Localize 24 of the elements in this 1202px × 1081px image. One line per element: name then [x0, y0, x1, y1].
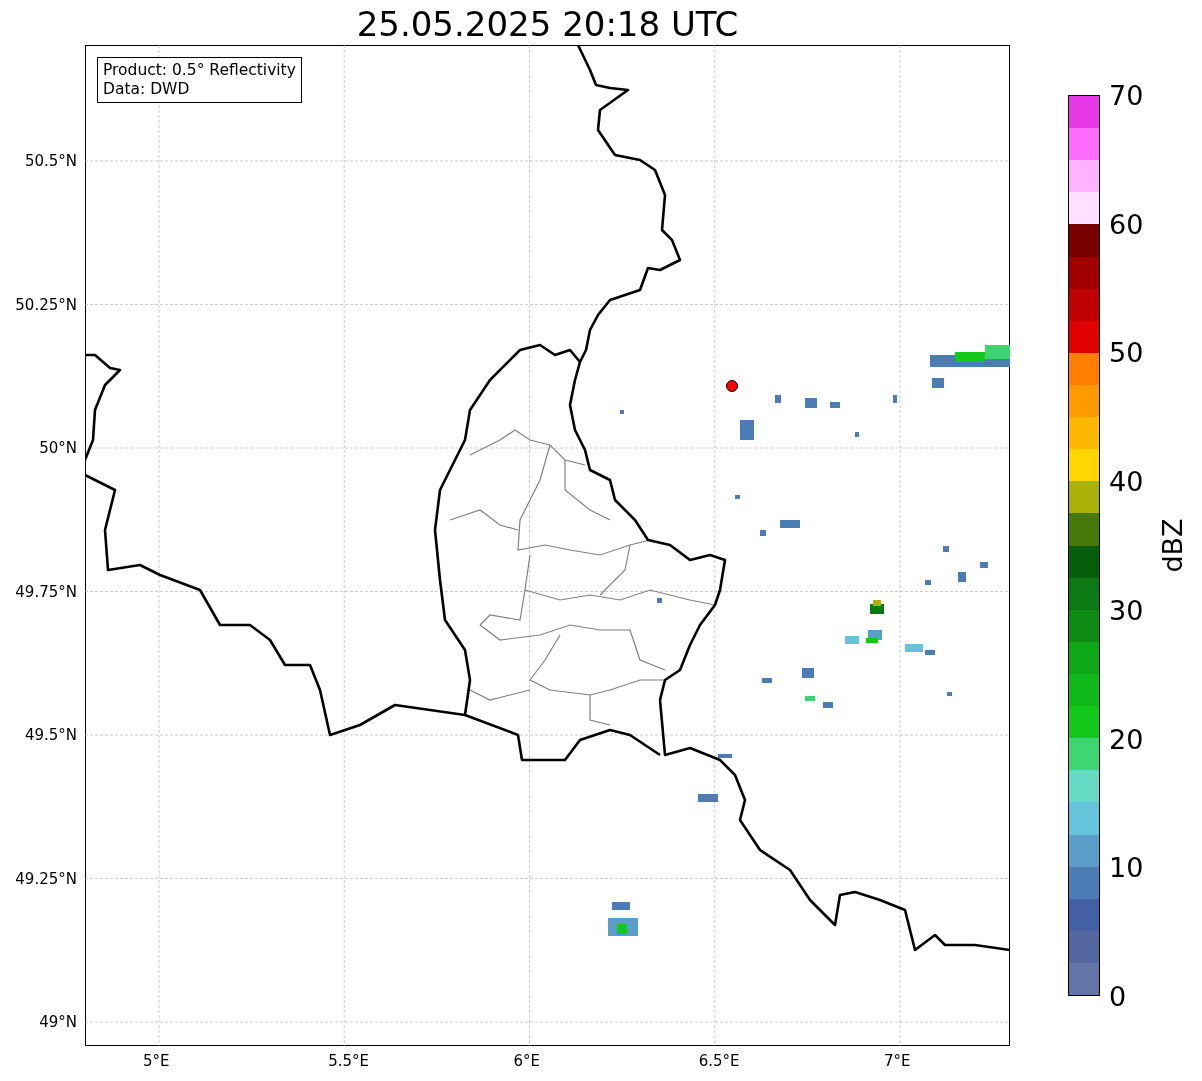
latitude-label: 49.5°N: [24, 726, 77, 744]
latitude-label: 50°N: [39, 439, 77, 457]
latitude-label: 49°N: [39, 1013, 77, 1031]
legend-text: Product: 0.5° Reflectivity: [103, 61, 296, 80]
colorbar-tick-label: 50: [1109, 338, 1144, 366]
colorbar-tick-label: 70: [1109, 81, 1144, 109]
colorbar-tick-label: 10: [1109, 853, 1144, 881]
colorbar-tick-label: 40: [1109, 467, 1144, 495]
longitude-label: 6°E: [513, 1052, 541, 1070]
longitude-label: 5.5°E: [328, 1052, 370, 1070]
colorbar-tick-label: 20: [1109, 725, 1144, 753]
longitude-label: 5°E: [143, 1052, 170, 1070]
latitude-label: 49.75°N: [15, 582, 77, 601]
colorbar-tick-label: 0: [1109, 982, 1127, 1010]
latitude-label: 50.25°N: [15, 295, 77, 314]
latitude-label: 50.5°N: [24, 152, 77, 170]
colorbar-tick-label: 60: [1109, 210, 1144, 238]
colorbar-tick-label: 30: [1109, 596, 1144, 624]
legend-text: Data: DWD: [103, 80, 191, 99]
latitude-label: 49.25°N: [15, 869, 77, 888]
colorbar-label: dBZ: [1156, 518, 1188, 573]
longitude-label: 7°E: [884, 1052, 911, 1070]
chart-title: 25.05.2025 20:18 UTC: [356, 7, 739, 45]
longitude-label: 6.5°E: [698, 1052, 740, 1070]
